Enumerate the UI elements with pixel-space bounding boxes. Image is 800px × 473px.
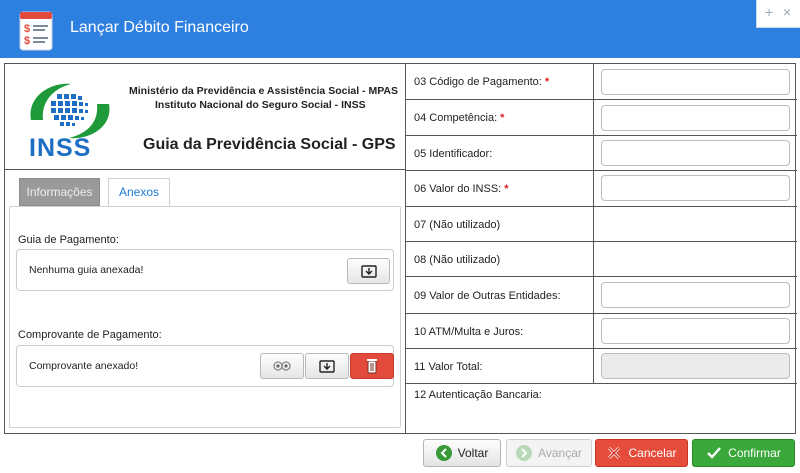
upload-icon	[360, 265, 377, 278]
field-label-valor-inss: 06 Valor do INSS: *	[414, 183, 509, 195]
codigo-pagamento-input[interactable]	[601, 69, 790, 95]
comprovante-label: Comprovante de Pagamento:	[18, 329, 162, 341]
upload-comprovante-button[interactable]	[305, 353, 349, 379]
close-button[interactable]: ×	[783, 5, 791, 19]
confirmar-label: Confirmar	[728, 446, 781, 460]
multa-juros-input[interactable]	[601, 318, 790, 344]
upload-guia-button[interactable]	[347, 258, 390, 284]
voltar-label: Voltar	[457, 446, 489, 460]
competencia-input[interactable]	[601, 105, 790, 131]
finance-document-icon: $ $	[19, 11, 53, 51]
eye-icon	[273, 361, 291, 371]
field-column-divider	[593, 64, 594, 384]
outras-entidades-input[interactable]	[601, 282, 790, 308]
maximize-button[interactable]: +	[765, 5, 773, 19]
confirmar-button[interactable]: Confirmar	[692, 439, 795, 467]
trash-icon	[367, 359, 377, 374]
window-title: Lançar Débito Financeiro	[70, 19, 249, 36]
org-line-1: Ministério da Previdência e Assistência …	[129, 85, 399, 97]
voltar-button[interactable]: Voltar	[423, 439, 501, 467]
comprovante-status: Comprovante anexado!	[29, 360, 139, 372]
delete-comprovante-button[interactable]	[350, 353, 394, 379]
tab-informacoes[interactable]: Informações	[19, 178, 100, 206]
org-line-2: Instituto Nacional do Seguro Social - IN…	[155, 99, 366, 111]
window-controls: + ×	[756, 0, 800, 28]
svg-text:$: $	[24, 23, 30, 35]
guia-attachment-box: Nenhuma guia anexada!	[16, 249, 394, 291]
valor-inss-input[interactable]	[601, 175, 790, 201]
form-title: Guia da Previdência Social - GPS	[143, 136, 396, 153]
avancar-button: Avançar	[506, 439, 592, 467]
tab-anexos[interactable]: Anexos	[108, 178, 170, 206]
field-label-outras-entidades: 09 Valor de Outras Entidades:	[414, 290, 561, 302]
back-arrow-icon	[435, 445, 452, 461]
field-label-08: 08 (Não utilizado)	[414, 254, 501, 266]
checkmark-icon	[707, 447, 722, 459]
cancelar-button[interactable]: Cancelar	[595, 439, 688, 467]
field-label-valor-total: 11 Valor Total:	[414, 361, 483, 373]
comprovante-attachment-box: Comprovante anexado!	[16, 345, 394, 387]
avancar-label: Avançar	[538, 446, 582, 460]
field-label-autenticacao: 12 Autenticação Bancaria:	[414, 389, 542, 401]
upload-icon	[319, 360, 335, 373]
identificador-input[interactable]	[601, 140, 790, 166]
field-label-competencia: 04 Competência: *	[414, 112, 505, 124]
guia-label: Guia de Pagamento:	[18, 234, 119, 246]
view-comprovante-button[interactable]	[260, 353, 304, 379]
field-row-08: 08 (Não utilizado)	[406, 242, 797, 277]
cancel-x-icon	[608, 446, 621, 460]
field-label-07: 07 (Não utilizado)	[414, 219, 501, 231]
inss-logo-text: INSS	[29, 134, 92, 162]
gps-header: INSS Ministério da Previdência e Assistê…	[5, 64, 405, 170]
forward-arrow-icon	[516, 445, 533, 461]
cancelar-label: Cancelar	[628, 446, 677, 460]
valor-total-input	[601, 353, 790, 379]
field-label-multa-juros: 10 ATM/Multa e Juros:	[414, 326, 524, 338]
guia-status: Nenhuma guia anexada!	[29, 264, 144, 276]
gps-form: INSS Ministério da Previdência e Assistê…	[4, 63, 797, 434]
title-bar: $ $ Lançar Débito Financeiro + ×	[0, 0, 800, 58]
svg-text:$: $	[24, 35, 30, 47]
field-row-07: 07 (Não utilizado)	[406, 207, 797, 242]
field-label-codigo-pagamento: 03 Código de Pagamento: *	[414, 76, 550, 88]
field-label-identificador: 05 Identificador:	[414, 148, 493, 160]
anexos-panel: Guia de Pagamento: Nenhuma guia anexada!…	[9, 206, 401, 428]
